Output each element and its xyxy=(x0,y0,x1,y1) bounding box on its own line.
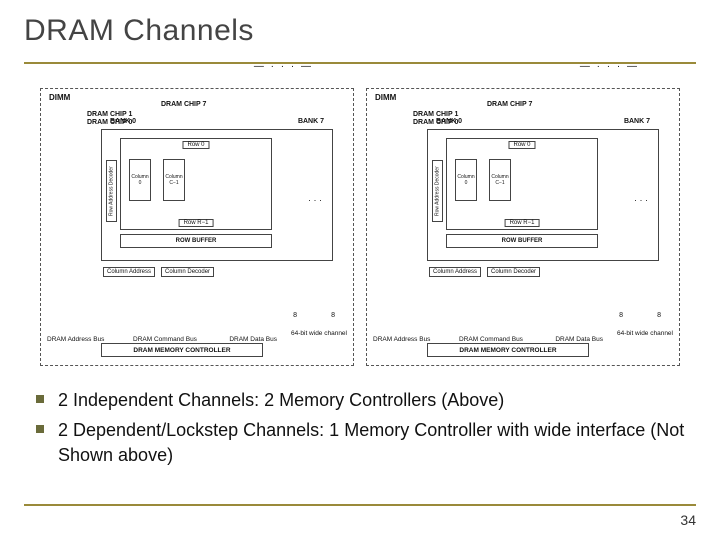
command-bus-label: DRAM Command Bus xyxy=(133,336,197,343)
bank-inner: Row 0 Column 0 Column C−1 Row R−1 xyxy=(120,138,272,230)
bullet-item: 2 Independent Channels: 2 Memory Control… xyxy=(36,388,690,412)
chip-box: BANK 0 BANK 7 Row Address Decoder Row 0 … xyxy=(101,129,333,261)
bank7-label: BANK 7 xyxy=(624,118,650,125)
address-bus-label: DRAM Address Bus xyxy=(47,336,104,343)
bank-ellipsis: · · · xyxy=(308,195,322,205)
bullet-marker-icon xyxy=(36,395,44,403)
chip-box: BANK 0 BANK 7 Row Address Decoder Row 0 … xyxy=(427,129,659,261)
row0-label: Row 0 xyxy=(182,141,209,149)
channel-width-label: 64-bit wide channel xyxy=(617,330,673,337)
row-buffer: ROW BUFFER xyxy=(446,234,598,248)
column-0: Column 0 xyxy=(129,159,151,201)
chip7-ellipsis: — · · · — xyxy=(580,61,639,72)
column-c-1: Column C−1 xyxy=(489,159,511,201)
bullet-text: 2 Independent Channels: 2 Memory Control… xyxy=(58,388,504,412)
dimm-label: DIMM xyxy=(49,93,70,102)
bullet-item: 2 Dependent/Lockstep Channels: 1 Memory … xyxy=(36,418,690,467)
bank0-label: BANK 0 xyxy=(436,118,462,125)
dimm-label: DIMM xyxy=(375,93,396,102)
dimm-diagram-left: DIMM — · · · — DRAM CHIP 1 DRAM CHIP 0 D… xyxy=(40,88,354,366)
page-number: 34 xyxy=(680,512,696,528)
chip7-label: DRAM CHIP 7 xyxy=(161,101,206,108)
column-decoder-row: Column Address Column Decoder xyxy=(429,267,540,277)
column-decoder: Column Decoder xyxy=(487,267,540,277)
column-decoder-row: Column Address Column Decoder xyxy=(103,267,214,277)
row0-label: Row 0 xyxy=(508,141,535,149)
rowR-label: Row R−1 xyxy=(179,219,214,227)
column-decoder: Column Decoder xyxy=(161,267,214,277)
column-0: Column 0 xyxy=(455,159,477,201)
bullet-text: 2 Dependent/Lockstep Channels: 1 Memory … xyxy=(58,418,690,467)
column-c-1: Column C−1 xyxy=(163,159,185,201)
command-bus-label: DRAM Command Bus xyxy=(459,336,523,343)
data-bus-label: DRAM Data Bus xyxy=(555,336,603,343)
column-address: Column Address xyxy=(429,267,481,277)
bus-region: DRAM MEMORY CONTROLLER DRAM Address Bus … xyxy=(41,305,353,365)
channel-width-label: 64-bit wide channel xyxy=(291,330,347,337)
rowR-label: Row R−1 xyxy=(505,219,540,227)
memory-controller: DRAM MEMORY CONTROLLER xyxy=(101,343,263,357)
address-bus-label: DRAM Address Bus xyxy=(373,336,430,343)
col-blocks: Column 0 Column C−1 xyxy=(129,159,185,201)
chip7-ellipsis: — · · · — xyxy=(254,61,313,72)
row-address-decoder: Row Address Decoder xyxy=(106,160,117,222)
figure-row: DIMM — · · · — DRAM CHIP 1 DRAM CHIP 0 D… xyxy=(40,88,680,366)
bank7-label: BANK 7 xyxy=(298,118,324,125)
bullet-marker-icon xyxy=(36,425,44,433)
slide: DRAM Channels DIMM — · · · — DRAM CHIP 1… xyxy=(0,0,720,540)
row-buffer: ROW BUFFER xyxy=(120,234,272,248)
bank-inner: Row 0 Column 0 Column C−1 Row R−1 xyxy=(446,138,598,230)
column-address: Column Address xyxy=(103,267,155,277)
bullet-list: 2 Independent Channels: 2 Memory Control… xyxy=(36,388,690,473)
chip7-label: DRAM CHIP 7 xyxy=(487,101,532,108)
bank0-label: BANK 0 xyxy=(110,118,136,125)
row-address-decoder: Row Address Decoder xyxy=(432,160,443,222)
col-blocks: Column 0 Column C−1 xyxy=(455,159,511,201)
bank-ellipsis: · · · xyxy=(634,195,648,205)
data-bus-label: DRAM Data Bus xyxy=(229,336,277,343)
footer-rule xyxy=(24,504,696,506)
dimm-diagram-right: DIMM — · · · — DRAM CHIP 1 DRAM CHIP 0 D… xyxy=(366,88,680,366)
bus-region: DRAM MEMORY CONTROLLER DRAM Address Bus … xyxy=(367,305,679,365)
slide-title: DRAM Channels xyxy=(24,14,254,48)
memory-controller: DRAM MEMORY CONTROLLER xyxy=(427,343,589,357)
